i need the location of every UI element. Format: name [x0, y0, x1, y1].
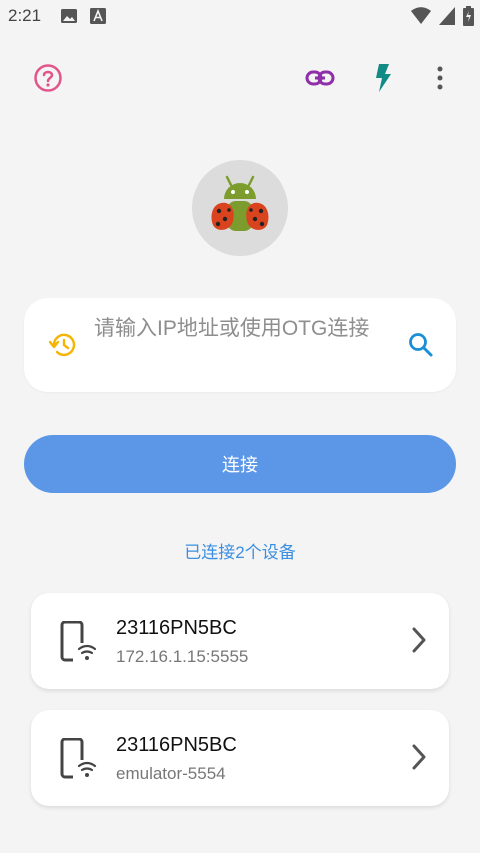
wifi-icon — [411, 7, 431, 29]
more-options-button[interactable] — [420, 60, 460, 100]
help-button[interactable] — [28, 60, 68, 100]
device-card[interactable]: 23116PN5BC emulator-5554 — [31, 710, 449, 806]
keyboard-a-icon — [90, 8, 106, 28]
status-time: 2:21 — [8, 6, 42, 25]
signal-icon — [439, 7, 455, 29]
app-logo — [192, 160, 288, 256]
connected-devices-label[interactable]: 已连接2个设备 — [0, 538, 480, 563]
phone-wifi-icon — [59, 620, 97, 667]
ladybug-android-icon — [205, 171, 275, 245]
flash-button[interactable] — [363, 60, 403, 100]
device-name: 23116PN5BC — [116, 617, 237, 639]
history-icon[interactable] — [48, 332, 76, 362]
battery-icon — [463, 6, 474, 30]
search-icon[interactable] — [408, 332, 434, 362]
link-button[interactable] — [300, 60, 340, 100]
device-address: emulator-5554 — [116, 764, 226, 783]
help-circle-icon — [33, 63, 63, 97]
phone-wifi-icon — [59, 737, 97, 784]
status-bar: 2:21 — [0, 0, 480, 32]
ip-address-input[interactable]: 请输入IP地址或使用OTG连接 — [94, 312, 394, 346]
link-icon — [305, 69, 335, 91]
device-card[interactable]: 23116PN5BC 172.16.1.15:5555 — [31, 593, 449, 689]
connect-button[interactable]: 连接 — [24, 435, 456, 493]
more-vert-icon — [437, 66, 443, 94]
flash-icon — [373, 64, 393, 96]
ip-input-card: 请输入IP地址或使用OTG连接 — [24, 298, 456, 392]
chevron-right-icon — [411, 626, 427, 658]
image-icon — [60, 8, 78, 28]
device-name: 23116PN5BC — [116, 734, 237, 756]
device-address: 172.16.1.15:5555 — [116, 647, 249, 666]
chevron-right-icon — [411, 743, 427, 775]
